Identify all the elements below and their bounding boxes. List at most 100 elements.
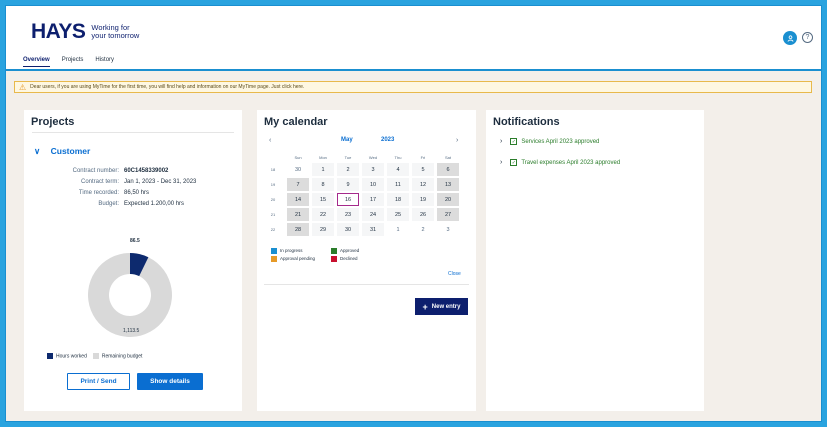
- calendar-year[interactable]: 2023: [381, 137, 394, 143]
- legend-label: Hours worked: [56, 353, 87, 360]
- calendar-month[interactable]: May: [341, 137, 353, 143]
- legend-label: Approval pending: [280, 256, 316, 261]
- chevron-left-icon[interactable]: ‹: [269, 137, 271, 144]
- legend-swatch: [331, 255, 337, 262]
- calendar-day[interactable]: 22: [312, 208, 334, 221]
- calendar-day[interactable]: 10: [362, 178, 384, 191]
- calendar-day[interactable]: 24: [362, 208, 384, 221]
- new-entry-button[interactable]: + New entry: [415, 298, 468, 315]
- chevron-right-icon[interactable]: ›: [456, 137, 458, 144]
- weekday-header: Sat: [444, 155, 451, 160]
- calendar-day[interactable]: 19: [412, 193, 434, 206]
- calendar-day[interactable]: 28: [287, 223, 309, 236]
- calendar-day[interactable]: 7: [287, 178, 309, 191]
- customer-toggle[interactable]: ∨ Customer: [34, 146, 90, 157]
- chart-legend: Hours worked Remaining budget: [47, 353, 142, 359]
- calendar-day[interactable]: 26: [412, 208, 434, 221]
- warning-icon: ⚠: [19, 82, 27, 92]
- notification-item[interactable]: › ✓ Travel expenses April 2023 approved: [500, 159, 620, 166]
- calendar-day[interactable]: 2: [412, 223, 434, 236]
- calendar-day[interactable]: 6: [437, 163, 459, 176]
- chevron-right-icon: ›: [500, 159, 503, 166]
- notification-item[interactable]: › ✓ Services April 2023 approved: [500, 138, 599, 145]
- logo-tagline-line-2: your tomorrow: [91, 31, 140, 40]
- calendar-day[interactable]: 17: [362, 193, 384, 206]
- legend-row: In progress Approved: [271, 247, 391, 255]
- calendar-day[interactable]: 30: [337, 223, 359, 236]
- calendar-day[interactable]: 1: [387, 223, 409, 236]
- calendar-day[interactable]: 20: [437, 193, 459, 206]
- donut-svg: [88, 253, 172, 337]
- plus-icon: +: [422, 301, 428, 312]
- legend-label: In progress: [280, 248, 303, 253]
- week-number: 19: [270, 182, 276, 187]
- calendar-day[interactable]: 9: [337, 178, 359, 191]
- calendar-day[interactable]: 3: [437, 223, 459, 236]
- question-icon[interactable]: ?: [802, 32, 813, 43]
- legend-approval-pending: Approval pending: [271, 255, 331, 263]
- legend-item-remaining: Remaining budget: [92, 353, 143, 360]
- legend-item-hours: Hours worked: [47, 353, 87, 359]
- calendar-day[interactable]: 4: [387, 163, 409, 176]
- calendar-day[interactable]: 8: [312, 178, 334, 191]
- legend-label: Declined: [340, 256, 358, 261]
- week-number: 22: [270, 227, 276, 232]
- hays-logo[interactable]: HAYS Working for your tomorrow: [31, 20, 139, 44]
- logo-tagline: Working for your tomorrow: [91, 23, 140, 41]
- calendar-close-link[interactable]: Close: [448, 271, 461, 277]
- legend-declined: Declined: [331, 255, 391, 263]
- weekday-header: Tue: [344, 155, 352, 160]
- field-value: 86,50 hrs: [124, 190, 150, 196]
- calendar-day[interactable]: 29: [312, 223, 334, 236]
- weekday-header: Mon: [319, 155, 327, 160]
- calendar-day[interactable]: 11: [387, 178, 409, 191]
- calendar-day[interactable]: 2: [337, 163, 359, 176]
- info-banner[interactable]: ⚠ Dear users, if you are using MyTime fo…: [14, 81, 812, 93]
- calendar-day[interactable]: 16: [337, 193, 359, 206]
- notification-text: Services April 2023 approved: [521, 138, 600, 145]
- new-entry-label: New entry: [431, 303, 461, 310]
- legend-label: Remaining budget: [101, 353, 143, 360]
- calendar-day[interactable]: 1: [312, 163, 334, 176]
- legend-swatch: [331, 247, 337, 254]
- tab-projects[interactable]: Projects: [62, 57, 84, 67]
- chevron-down-icon: ∨: [34, 146, 41, 156]
- banner-text: Dear users, if you are using MyTime for …: [30, 84, 305, 90]
- calendar-day[interactable]: 3: [362, 163, 384, 176]
- week-number: 21: [270, 212, 276, 217]
- calendar-day[interactable]: 14: [287, 193, 309, 206]
- calendar-day[interactable]: 13: [437, 178, 459, 191]
- calendar-day[interactable]: 25: [387, 208, 409, 221]
- budget-donut-chart: [85, 250, 175, 340]
- calendar-legend: In progress Approved Approval pending De…: [271, 247, 391, 263]
- checkbox-icon: ✓: [510, 138, 518, 145]
- calendar-day[interactable]: 15: [312, 193, 334, 206]
- print-send-button[interactable]: Print / Send: [67, 373, 130, 390]
- app-frame: HAYS Working for your tomorrow Overview …: [5, 5, 822, 422]
- weekday-header: Fri: [420, 155, 426, 160]
- field-value: Jan 1, 2023 - Dec 31, 2023: [124, 179, 197, 185]
- calendar-day[interactable]: 23: [337, 208, 359, 221]
- donut-label-remaining: 1,113.5: [123, 328, 140, 334]
- tab-overview[interactable]: Overview: [23, 57, 50, 67]
- calendar-day[interactable]: 27: [437, 208, 459, 221]
- tab-history[interactable]: History: [95, 57, 114, 67]
- logo-wordmark: HAYS: [31, 20, 86, 43]
- legend-in-progress: In progress: [271, 247, 331, 255]
- calendar-day[interactable]: 21: [287, 208, 309, 221]
- person-icon[interactable]: [783, 31, 797, 45]
- main-tabs: Overview Projects History: [23, 57, 126, 67]
- calendar-day[interactable]: 30: [287, 163, 309, 176]
- weekday-header: Sun: [294, 155, 302, 160]
- shell-bar: HAYS Working for your tomorrow Overview …: [6, 6, 821, 71]
- field-value: Expected 1.200,00 hrs: [124, 201, 185, 207]
- week-number: 20: [270, 197, 276, 202]
- calendar-day[interactable]: 5: [412, 163, 434, 176]
- calendar-title: My calendar: [264, 116, 328, 128]
- calendar-day[interactable]: 12: [412, 178, 434, 191]
- field-label: Contract term:: [80, 179, 119, 185]
- calendar-day[interactable]: 18: [387, 193, 409, 206]
- divider: [32, 132, 234, 133]
- calendar-day[interactable]: 31: [362, 223, 384, 236]
- show-details-button[interactable]: Show details: [137, 373, 203, 390]
